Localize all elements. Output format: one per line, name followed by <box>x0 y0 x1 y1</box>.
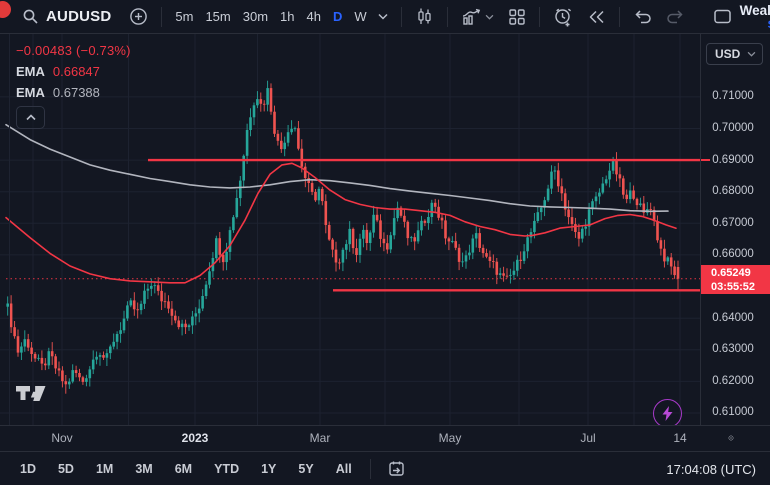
last-price-label: 0.65249 03:55:52 <box>701 265 770 294</box>
interval-30m[interactable]: 30m <box>237 6 274 27</box>
undo-button[interactable] <box>627 6 658 27</box>
chart-pane[interactable]: −0.00483 (−0.73%) EMA 0.66847 EMA 0.6738… <box>0 34 770 425</box>
chart-settings-gear-icon[interactable] <box>722 429 740 447</box>
time-tick-May: May <box>420 431 480 445</box>
price-tick: 0.67000 <box>701 217 765 229</box>
alarm-clock-plus-icon <box>553 7 573 27</box>
tradingview-logo[interactable] <box>16 386 46 410</box>
toolbar-divider <box>619 7 620 27</box>
candlestick-icon <box>415 7 434 26</box>
top-toolbar: AUDUSD 5m15m30m1h4hDW <box>0 0 770 34</box>
price-tick: 0.66000 <box>701 248 765 260</box>
interval-4h[interactable]: 4h <box>301 6 327 27</box>
range-All[interactable]: All <box>328 458 360 480</box>
price-tick: 0.71000 <box>701 90 765 102</box>
price-tick: 0.64000 <box>701 312 765 324</box>
price-tick: 0.69000 <box>701 154 765 166</box>
range-5Y[interactable]: 5Y <box>290 458 321 480</box>
lightning-bolt-icon <box>662 406 673 421</box>
rewind-icon <box>587 9 606 25</box>
time-axis[interactable]: Nov 2023 Mar May Jul 14 <box>0 425 770 452</box>
go-to-date-button[interactable] <box>381 457 412 481</box>
indicators-button[interactable] <box>455 5 500 29</box>
bar-countdown: 03:55:52 <box>711 280 770 294</box>
interval-W[interactable]: W <box>348 6 372 27</box>
time-tick-Jul: Jul <box>558 431 618 445</box>
range-1D[interactable]: 1D <box>12 458 44 480</box>
legend-overlay: −0.00483 (−0.73%) EMA 0.66847 EMA 0.6738… <box>16 43 131 129</box>
toolbar-divider <box>447 7 448 27</box>
interval-group: 5m15m30m1h4hDW <box>169 6 372 27</box>
price-tick: 0.61000 <box>701 406 765 418</box>
plus-circle-icon <box>129 7 148 26</box>
toolbar-divider <box>401 7 402 27</box>
pane-left-border <box>9 34 10 425</box>
range-YTD[interactable]: YTD <box>206 458 247 480</box>
price-tick: 0.62000 <box>701 375 765 387</box>
chevron-up-icon <box>26 114 36 121</box>
currency-selector[interactable]: USD <box>706 43 763 65</box>
chevron-down-icon <box>747 51 756 57</box>
interval-15m[interactable]: 15m <box>199 6 236 27</box>
account-name: Wealthy Edu <box>740 4 770 19</box>
undo-arrow-icon <box>633 9 652 24</box>
time-tick-2023: 2023 <box>165 431 225 445</box>
snapshot-frame-icon <box>713 8 732 25</box>
range-3M[interactable]: 3M <box>127 458 160 480</box>
layout-grid-button[interactable] <box>502 5 532 29</box>
calendar-go-to-icon <box>387 460 406 478</box>
screenshot-button[interactable] <box>707 5 738 28</box>
save-button[interactable]: Save <box>740 19 770 31</box>
ema-slow-legend[interactable]: EMA 0.67388 <box>16 85 131 100</box>
chart-style-button[interactable] <box>409 4 440 29</box>
quick-trade-lightning-button[interactable] <box>653 399 682 428</box>
range-5D[interactable]: 5D <box>50 458 82 480</box>
range-group: 1D 5D 1M 3M 6M YTD 1Y 5Y All <box>12 458 360 480</box>
alert-button[interactable] <box>547 4 579 30</box>
chevron-down-icon <box>378 13 388 20</box>
ema-slow-value: 0.67388 <box>53 85 100 100</box>
price-tick: 0.63000 <box>701 343 765 355</box>
ema-fast-legend[interactable]: EMA 0.66847 <box>16 64 131 79</box>
indicators-icon <box>461 8 481 26</box>
trading-chart-app: AUDUSD 5m15m30m1h4hDW <box>0 0 770 485</box>
last-price-value: 0.65249 <box>711 266 770 280</box>
price-change-label: −0.00483 (−0.73%) <box>16 43 131 58</box>
price-tick: 0.70000 <box>701 122 765 134</box>
redo-arrow-icon <box>666 9 685 24</box>
interval-D[interactable]: D <box>327 6 348 27</box>
toolbar-divider <box>161 7 162 27</box>
time-tick-Nov: Nov <box>32 431 92 445</box>
compare-add-button[interactable] <box>123 4 154 29</box>
range-1Y[interactable]: 1Y <box>253 458 284 480</box>
legend-collapse-button[interactable] <box>16 106 45 129</box>
toolbar-divider <box>370 459 371 479</box>
time-tick-14: 14 <box>650 431 710 445</box>
account-panel[interactable]: Wealthy Edu Save <box>740 2 770 31</box>
interval-1h[interactable]: 1h <box>274 6 300 27</box>
interval-menu-button[interactable] <box>372 10 394 23</box>
price-axis[interactable]: USD 0.65249 03:55:52 0.71000 0.70000 0.690… <box>700 34 770 425</box>
toolbar-divider <box>539 7 540 27</box>
bottom-toolbar: 1D 5D 1M 3M 6M YTD 1Y 5Y All 17:04:08 (UTC) <box>0 451 770 485</box>
session-clock[interactable]: 17:04:08 (UTC) <box>666 462 758 477</box>
interval-5m[interactable]: 5m <box>169 6 199 27</box>
range-6M[interactable]: 6M <box>167 458 200 480</box>
time-tick-Mar: Mar <box>290 431 350 445</box>
search-icon <box>22 8 39 25</box>
currency-label: USD <box>715 47 740 61</box>
ema-slow-line <box>6 125 668 212</box>
symbol-name: AUDUSD <box>46 8 111 25</box>
range-1M[interactable]: 1M <box>88 458 121 480</box>
chevron-down-icon <box>485 14 494 20</box>
replay-button[interactable] <box>581 6 612 28</box>
grid-layout-icon <box>508 8 526 26</box>
redo-button[interactable] <box>660 6 691 27</box>
ema-fast-value: 0.66847 <box>53 64 100 79</box>
price-tick: 0.68000 <box>701 185 765 197</box>
symbol-search-button[interactable]: AUDUSD <box>16 5 117 28</box>
